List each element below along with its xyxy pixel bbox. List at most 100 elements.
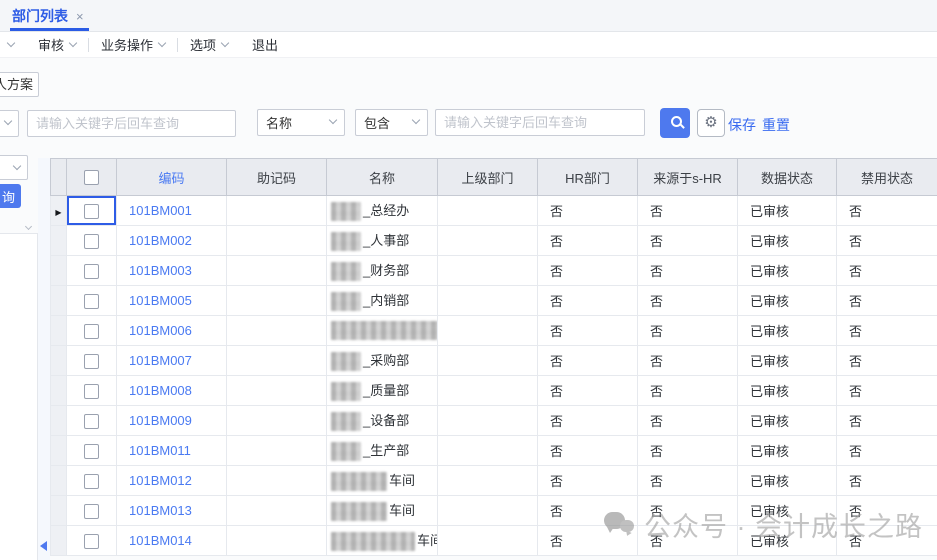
table-row: 101BM005_内销部否否已审核否 (51, 286, 937, 316)
menu-item-业务操作[interactable]: 业务操作 (89, 32, 177, 58)
chevron-down-icon (4, 117, 12, 125)
cell-from_shr: 否 (638, 196, 738, 226)
cell-code[interactable]: 101BM006 (117, 316, 227, 346)
row-checkbox[interactable] (84, 354, 99, 369)
cell-marker (51, 406, 67, 436)
scheme-button[interactable]: 人方案 (0, 72, 39, 97)
header-code[interactable]: 编码 (117, 159, 227, 196)
cell-from_shr: 否 (638, 376, 738, 406)
cell-code[interactable]: 101BM007 (117, 346, 227, 376)
cell-hr_dept: 否 (538, 436, 638, 466)
reset-filter-link[interactable]: 重置 (762, 115, 790, 135)
cell-disabled_status: 否 (837, 526, 937, 556)
name-suffix: 车间 (389, 473, 415, 488)
cell-parent_dept (438, 406, 538, 436)
cell-code[interactable]: 101BM001 (117, 196, 227, 226)
cell-from_shr: 否 (638, 346, 738, 376)
filter-field-select[interactable]: 名称 (257, 109, 345, 136)
row-checkbox[interactable] (84, 264, 99, 279)
cell-from_shr: 否 (638, 466, 738, 496)
header-name[interactable]: 名称 (327, 159, 438, 196)
cell-code[interactable]: 101BM003 (117, 256, 227, 286)
cell-disabled_status: 否 (837, 466, 937, 496)
cell-disabled_status: 否 (837, 256, 937, 286)
cell-code[interactable]: 101BM005 (117, 286, 227, 316)
cell-checkbox (67, 286, 117, 316)
row-checkbox[interactable] (84, 444, 99, 459)
cell-marker (51, 496, 67, 526)
menu-item-label: 审核 (38, 35, 64, 54)
cell-code[interactable]: 101BM012 (117, 466, 227, 496)
header-data_status[interactable]: 数据状态 (738, 159, 837, 196)
menu-item-审核[interactable]: 审核 (26, 32, 88, 58)
table-row: 101BM013车间否否已审核否 (51, 496, 937, 526)
header-disabled_status[interactable]: 禁用状态 (837, 159, 937, 196)
row-checkbox[interactable] (84, 234, 99, 249)
panel-collapse-icon[interactable] (40, 541, 47, 551)
menu-item-cut[interactable] (6, 32, 26, 58)
row-checkbox[interactable] (84, 504, 99, 519)
left-keyword-input[interactable] (27, 110, 236, 137)
header-from_shr[interactable]: 来源于s-HR (638, 159, 738, 196)
cell-disabled_status: 否 (837, 226, 937, 256)
cell-data_status: 已审核 (738, 346, 837, 376)
row-checkbox[interactable] (84, 474, 99, 489)
search-button[interactable] (660, 108, 690, 138)
filter-operator-value: 包含 (364, 113, 390, 132)
header-hr_dept[interactable]: HR部门 (538, 159, 638, 196)
cell-data_status: 已审核 (738, 316, 837, 346)
row-checkbox[interactable] (84, 384, 99, 399)
left-field-select[interactable] (0, 110, 19, 137)
cell-checkbox (67, 376, 117, 406)
cell-hr_dept: 否 (538, 526, 638, 556)
close-icon[interactable]: × (76, 9, 84, 24)
redacted-name-block (331, 352, 361, 371)
cell-from_shr: 否 (638, 496, 738, 526)
tab-bar: 部门列表 × (0, 0, 937, 32)
search-icon (671, 116, 682, 127)
cell-code[interactable]: 101BM013 (117, 496, 227, 526)
row-checkbox[interactable] (84, 414, 99, 429)
cell-marker (51, 316, 67, 346)
cell-mnemonic (227, 346, 327, 376)
cell-name: 车间 (327, 466, 438, 496)
cell-checkbox (67, 496, 117, 526)
filter-settings-button[interactable]: ⚙ (697, 109, 725, 137)
cell-code[interactable]: 101BM009 (117, 406, 227, 436)
cell-hr_dept: 否 (538, 376, 638, 406)
cell-marker (51, 286, 67, 316)
redacted-name-block (331, 382, 361, 401)
cell-code[interactable]: 101BM008 (117, 376, 227, 406)
row-checkbox[interactable] (84, 204, 99, 219)
current-row-arrow-icon: ▶ (55, 208, 61, 217)
menu-item-选项[interactable]: 选项 (178, 32, 240, 58)
select-all-checkbox[interactable] (84, 170, 99, 185)
table-row: 101BM011_生产部否否已审核否 (51, 436, 937, 466)
cell-parent_dept (438, 256, 538, 286)
table-row: 101BM012车间否否已审核否 (51, 466, 937, 496)
table-row: ▶101BM001_总经办否否已审核否 (51, 196, 937, 226)
redacted-name-block (331, 442, 361, 461)
panel-resize-handle-icon[interactable] (26, 216, 36, 224)
left-tree-select[interactable] (0, 155, 28, 180)
row-checkbox[interactable] (84, 324, 99, 339)
cell-disabled_status: 否 (837, 286, 937, 316)
header-mnemonic[interactable]: 助记码 (227, 159, 327, 196)
cell-code[interactable]: 101BM014 (117, 526, 227, 556)
cell-mnemonic (227, 226, 327, 256)
header-checkbox[interactable] (67, 159, 117, 196)
row-checkbox[interactable] (84, 534, 99, 549)
cell-code[interactable]: 101BM002 (117, 226, 227, 256)
cell-from_shr: 否 (638, 226, 738, 256)
dept-table: 编码助记码名称上级部门HR部门来源于s-HR数据状态禁用状态 ▶ 101BM001… (50, 158, 937, 556)
keyword-input[interactable] (435, 109, 645, 136)
header-parent_dept[interactable]: 上级部门 (438, 159, 538, 196)
save-filter-link[interactable]: 保存 (728, 115, 756, 135)
cell-code[interactable]: 101BM011 (117, 436, 227, 466)
row-checkbox[interactable] (84, 294, 99, 309)
tab-label: 部门列表 (12, 6, 68, 26)
query-button[interactable]: 询 (0, 184, 21, 208)
cell-hr_dept: 否 (538, 346, 638, 376)
menu-item-退出[interactable]: 退出 (240, 32, 290, 58)
filter-operator-select[interactable]: 包含 (355, 109, 428, 136)
